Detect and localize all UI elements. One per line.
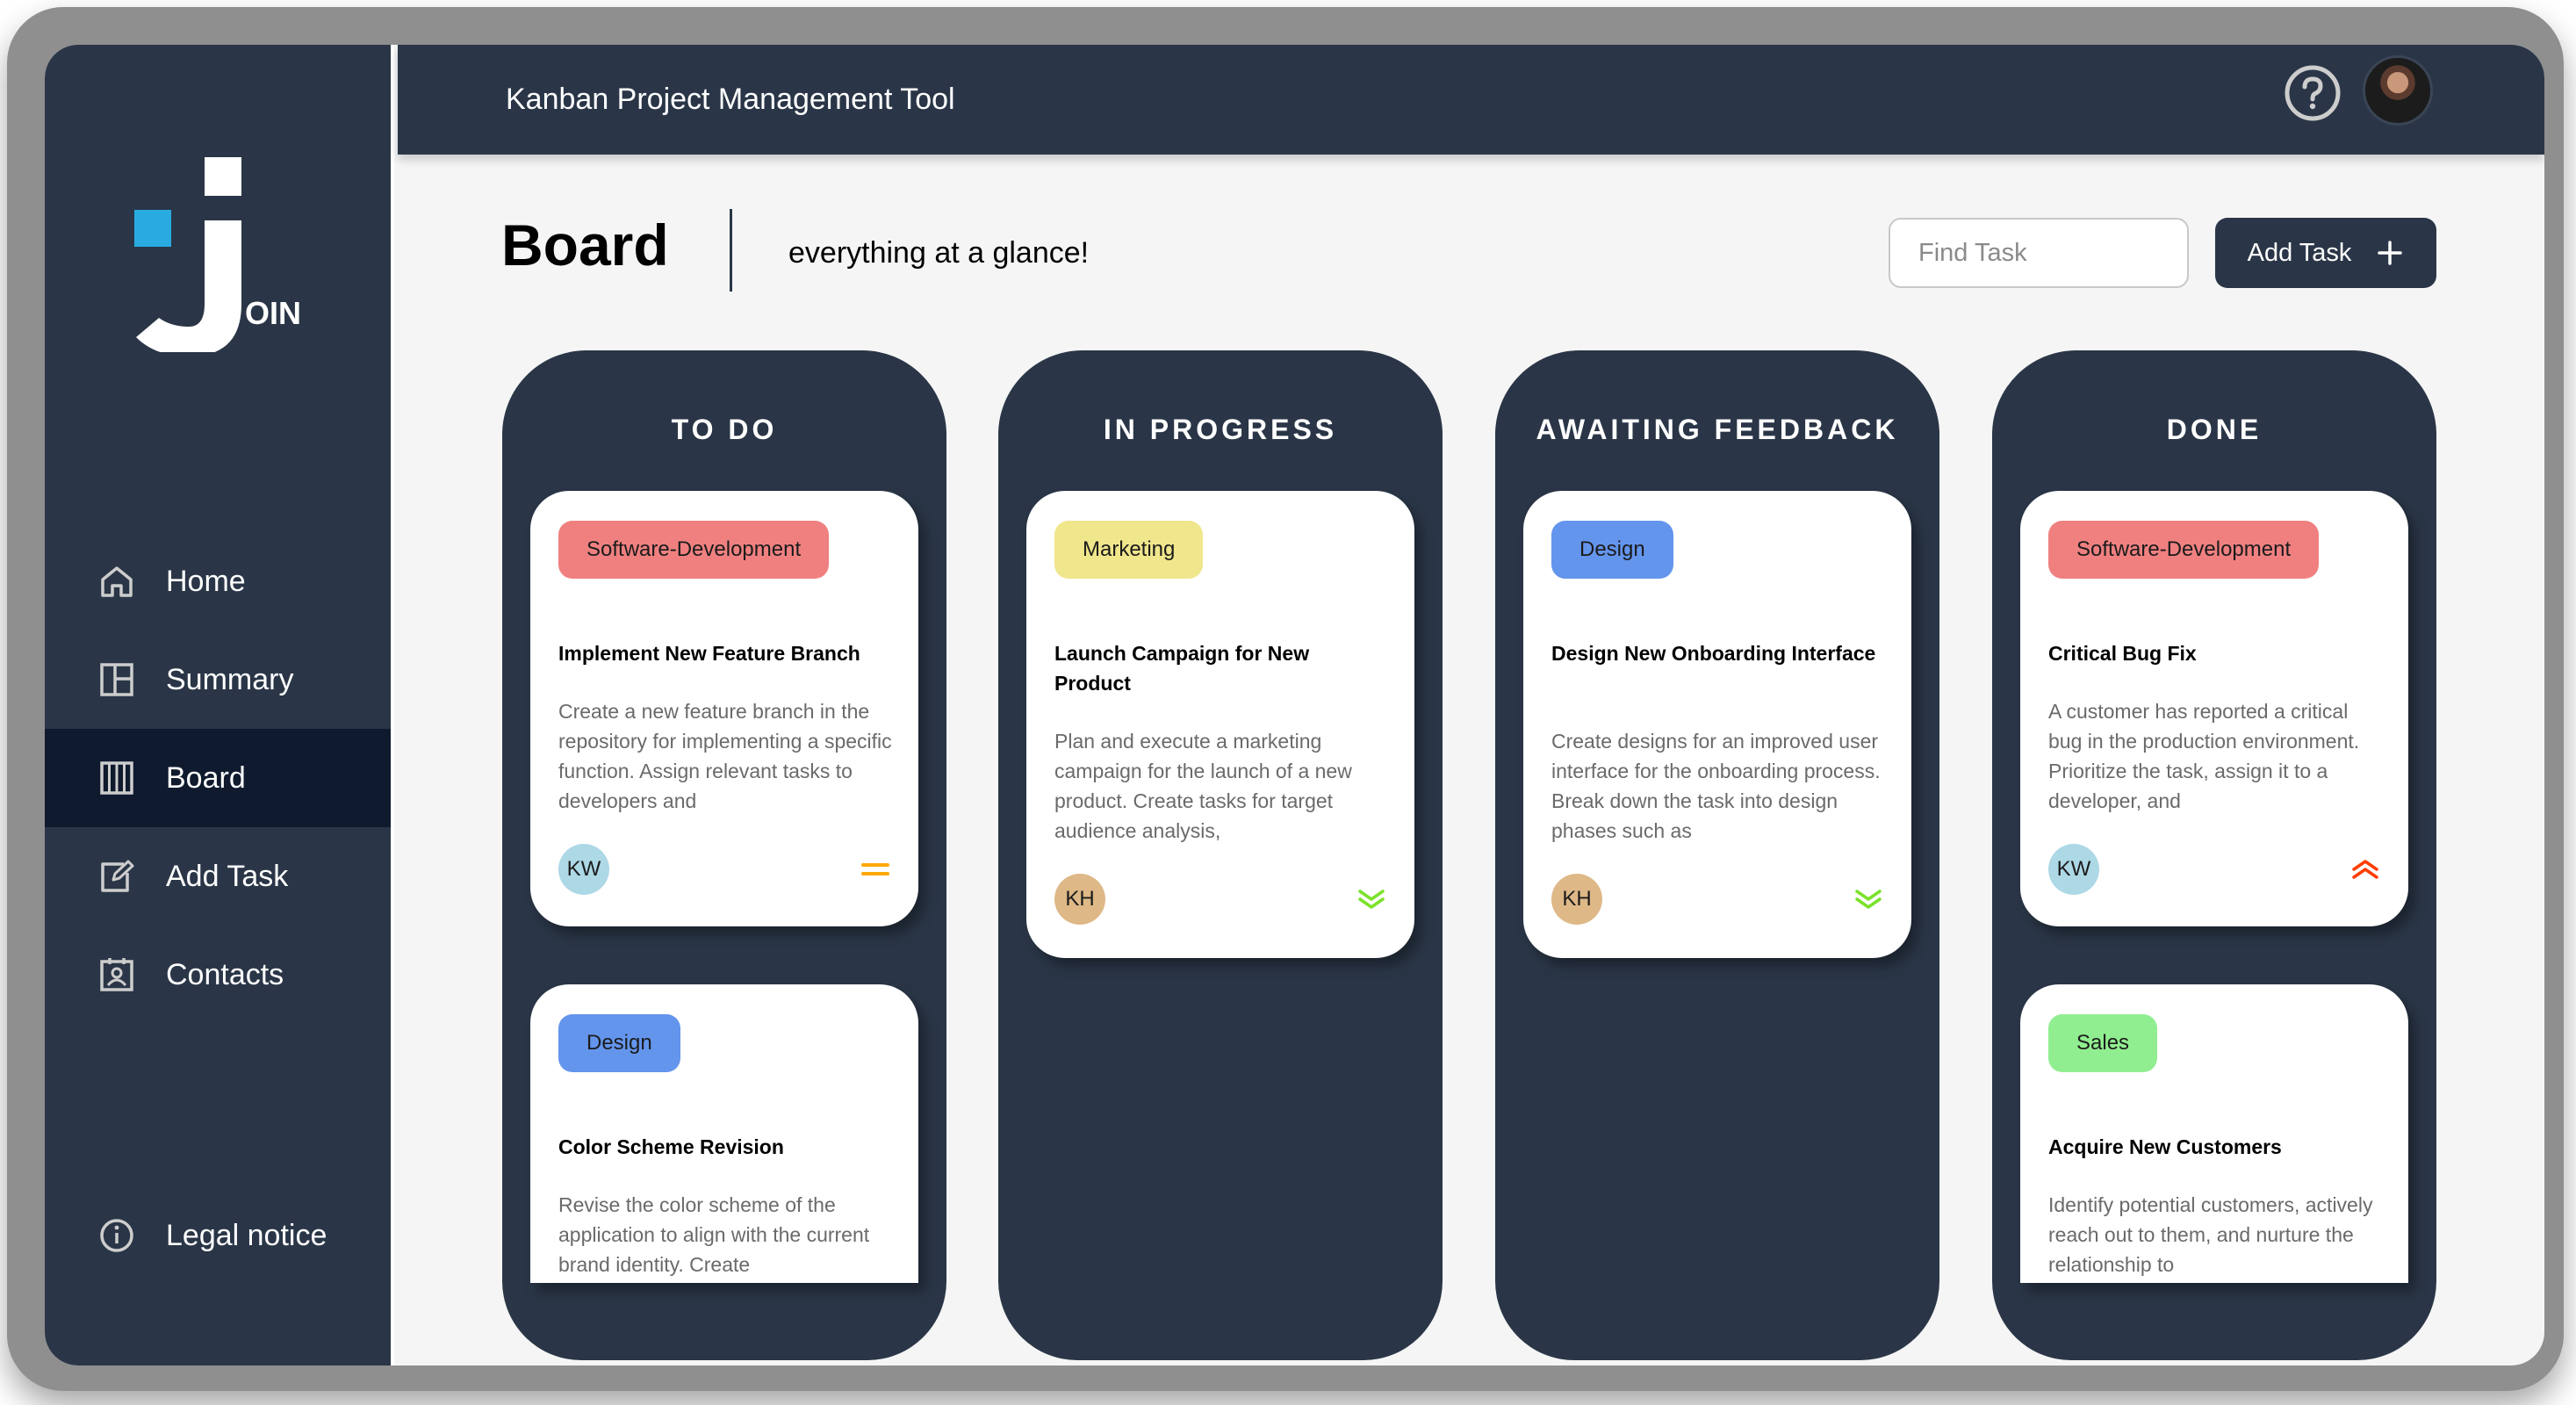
task-title: Critical Bug Fix — [2048, 642, 2197, 665]
avatar: KH — [1551, 874, 1602, 925]
priority-urgent-icon — [2352, 860, 2378, 879]
sidebar-item-add-task[interactable]: Add Task — [45, 827, 391, 926]
category-tag: Sales — [2048, 1014, 2158, 1072]
column-title: DONE — [2166, 414, 2263, 445]
task-card[interactable]: Marketing Launch Campaign for New Produc… — [1026, 491, 1414, 958]
task-description: Create a new feature branch in the repos… — [558, 700, 892, 812]
column-awaiting-feedback: AWAITING FEEDBACK Design Design New Onbo… — [1495, 350, 1939, 1360]
column-title: TO DO — [671, 414, 778, 445]
category-tag: Design — [558, 1014, 680, 1072]
home-icon — [97, 562, 136, 601]
sidebar-item-label: Add Task — [166, 859, 289, 893]
sidebar: OIN Home Summary Board Add Task Contacts… — [45, 45, 394, 1365]
page-tagline: everything at a glance! — [788, 236, 1090, 270]
sidebar-item-label: Contacts — [166, 957, 284, 991]
avatar: KH — [1054, 874, 1105, 925]
join-logo: OIN — [134, 157, 301, 352]
sidebar-item-label: Summary — [166, 662, 294, 696]
add-task-button-label: Add Task — [2247, 238, 2352, 267]
add-task-button[interactable]: Add Task — [2215, 218, 2436, 288]
task-description: Create designs for an improved user inte… — [1551, 730, 1881, 842]
page-title: Board — [501, 213, 669, 277]
avatar: KW — [2048, 844, 2099, 895]
legal-notice-link[interactable]: Legal notice — [45, 1186, 391, 1285]
task-description: Identify potential customers, actively r… — [2048, 1193, 2373, 1276]
category-tag: Marketing — [1054, 521, 1204, 579]
plus-icon — [2378, 241, 2403, 265]
task-description: A customer has reported a critical bug i… — [2048, 700, 2360, 812]
task-card[interactable]: Software-Development Implement New Featu… — [530, 491, 918, 926]
priority-low-icon — [1358, 890, 1385, 909]
sidebar-item-label: Home — [166, 564, 246, 598]
board-icon — [97, 759, 136, 797]
column-title: IN PROGRESS — [1103, 414, 1338, 445]
task-title: Color Scheme Revision — [558, 1135, 784, 1158]
column-title: AWAITING FEEDBACK — [1536, 414, 1899, 445]
sidebar-item-label: Board — [166, 760, 246, 795]
column-done: DONE Software-Development Critical Bug F… — [1992, 350, 2436, 1360]
sidebar-nav: Home Summary Board Add Task Contacts — [45, 532, 391, 1024]
info-icon — [97, 1216, 136, 1255]
category-tag: Software-Development — [558, 521, 830, 579]
legal-section: Legal notice — [45, 1186, 391, 1285]
task-description: Plan and execute a marketing campaign fo… — [1054, 730, 1352, 842]
find-task-input[interactable] — [1889, 218, 2189, 288]
task-title: Implement New Feature Branch — [558, 642, 860, 665]
question-circle-icon[interactable] — [2284, 64, 2342, 122]
device-frame: OIN Home Summary Board Add Task Contacts… — [7, 7, 2564, 1391]
app-window: OIN Home Summary Board Add Task Contacts… — [45, 45, 2544, 1365]
priority-low-icon — [1855, 890, 1882, 909]
priority-medium-icon — [861, 863, 889, 875]
contacts-icon — [97, 955, 136, 994]
sidebar-item-contacts[interactable]: Contacts — [45, 926, 391, 1024]
sidebar-item-summary[interactable]: Summary — [45, 630, 391, 729]
top-bar: Kanban Project Management Tool — [398, 45, 2544, 155]
category-tag: Software-Development — [2048, 521, 2320, 579]
user-avatar[interactable] — [2363, 55, 2433, 126]
task-card[interactable]: Sales Acquire New Customers Identify pot… — [2020, 984, 2408, 1283]
task-description: Revise the color scheme of the applicati… — [558, 1193, 870, 1276]
title-divider — [730, 209, 732, 292]
add-task-icon — [97, 857, 136, 896]
legal-notice-label: Legal notice — [166, 1218, 327, 1252]
task-title: Acquire New Customers — [2048, 1135, 2282, 1158]
summary-icon — [97, 660, 136, 699]
task-card[interactable]: Design Design New Onboarding Interface C… — [1523, 491, 1911, 958]
column-in-progress: IN PROGRESS Marketing Launch Campaign fo… — [998, 350, 1443, 1360]
avatar: KW — [558, 844, 609, 895]
task-title: Design New Onboarding Interface — [1551, 642, 1876, 665]
app-title: Kanban Project Management Tool — [506, 83, 955, 116]
task-title: Launch Campaign for New Product — [1054, 642, 1310, 695]
category-tag: Design — [1551, 521, 1673, 579]
task-card[interactable]: Design Color Scheme Revision Revise the … — [530, 984, 918, 1283]
svg-text:OIN: OIN — [245, 295, 301, 331]
task-card[interactable]: Software-Development Critical Bug Fix A … — [2020, 491, 2408, 926]
column-todo: TO DO Software-Development Implement New… — [502, 350, 946, 1360]
sidebar-item-home[interactable]: Home — [45, 532, 391, 630]
sidebar-item-board[interactable]: Board — [45, 729, 391, 827]
